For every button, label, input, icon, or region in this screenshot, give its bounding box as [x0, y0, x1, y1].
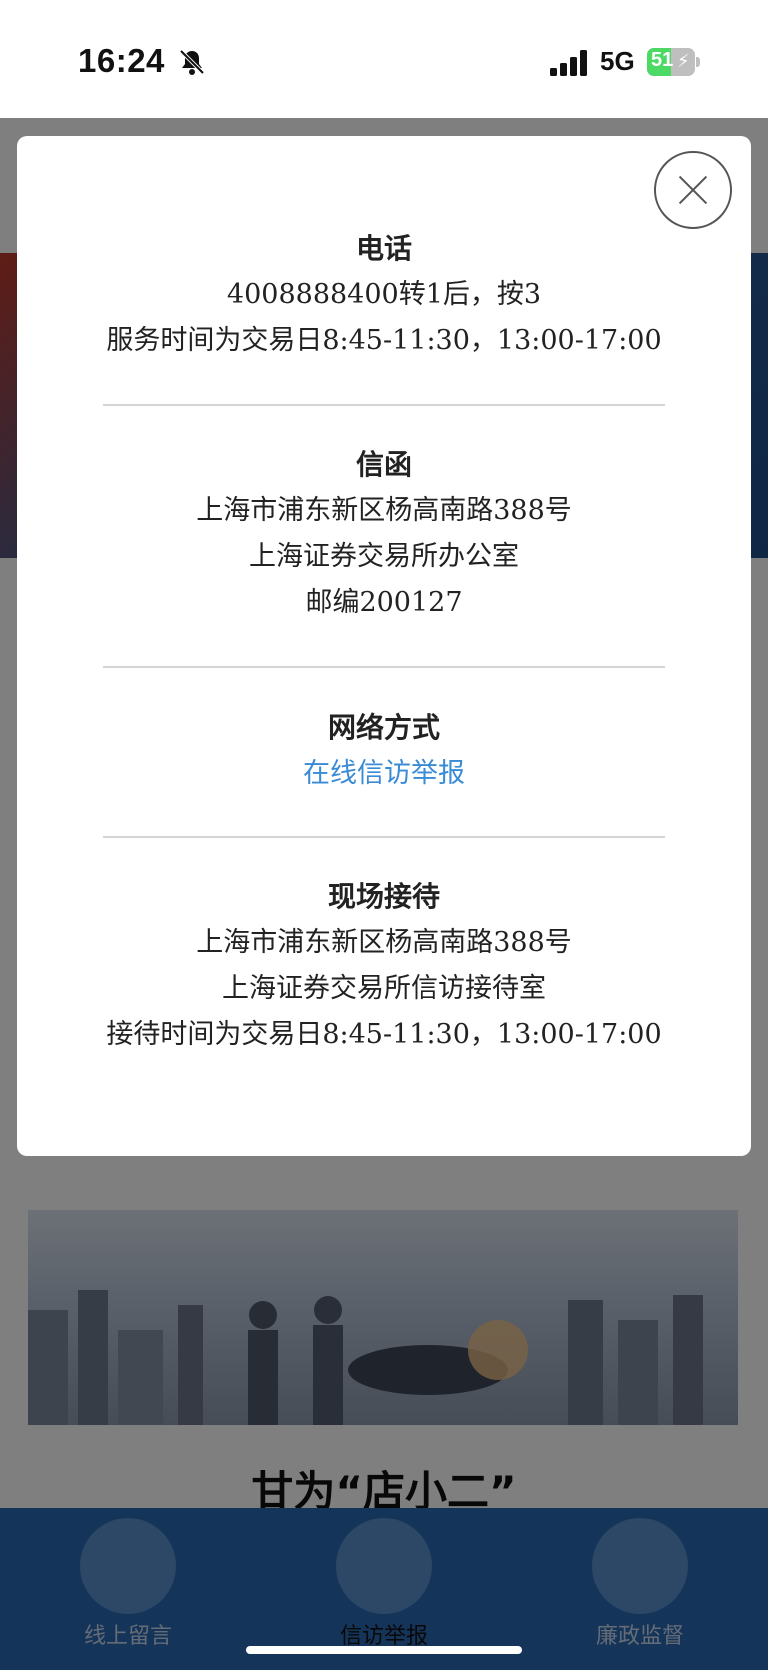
charging-bolt-icon: ⚡: [677, 51, 690, 72]
address-line: 上海市浦东新区杨高南路388号: [196, 495, 572, 526]
divider: [103, 666, 665, 668]
status-bar: 16:24 5G 51 ⚡: [0, 0, 768, 118]
status-time: 16:24: [78, 42, 165, 79]
home-indicator: [246, 1646, 522, 1654]
bell-slash-icon: [179, 49, 205, 75]
online-petition-link[interactable]: 在线信访举报: [17, 751, 751, 797]
divider: [103, 836, 665, 838]
battery-level: 51: [651, 49, 674, 71]
section-title: 电话: [355, 232, 412, 265]
onsite-section: 现场接待 上海市浦东新区杨高南路388号 上海证券交易所信访接待室 接待时间为交…: [17, 874, 751, 1058]
address-line: 上海市浦东新区杨高南路388号: [196, 927, 572, 958]
phone-number: 4008888400转1后，按3: [226, 279, 542, 310]
phone-section: 电话 4008888400转1后，按3 服务时间为交易日8:45-11:30，1…: [17, 226, 751, 364]
section-title: 网络方式: [327, 711, 440, 744]
divider: [103, 404, 665, 406]
postcode-line: 邮编200127: [305, 587, 463, 618]
service-hours: 服务时间为交易日8:45-11:30，13:00-17:00: [106, 325, 662, 356]
contact-info-modal: 电话 4008888400转1后，按3 服务时间为交易日8:45-11:30，1…: [17, 136, 751, 1156]
section-title: 现场接待: [327, 880, 440, 913]
reception-room-line: 上海证券交易所信访接待室: [222, 973, 546, 1004]
reception-hours: 接待时间为交易日8:45-11:30，13:00-17:00: [106, 1019, 662, 1050]
letter-section: 信函 上海市浦东新区杨高南路388号 上海证券交易所办公室 邮编200127: [17, 442, 751, 626]
close-icon[interactable]: [654, 151, 732, 229]
battery-icon: 51 ⚡: [647, 48, 701, 76]
section-title: 信函: [355, 448, 412, 481]
signal-icon: [550, 50, 587, 76]
network-type: 5G: [600, 46, 635, 76]
office-line: 上海证券交易所办公室: [249, 541, 519, 572]
online-section: 网络方式 在线信访举报: [17, 705, 751, 797]
